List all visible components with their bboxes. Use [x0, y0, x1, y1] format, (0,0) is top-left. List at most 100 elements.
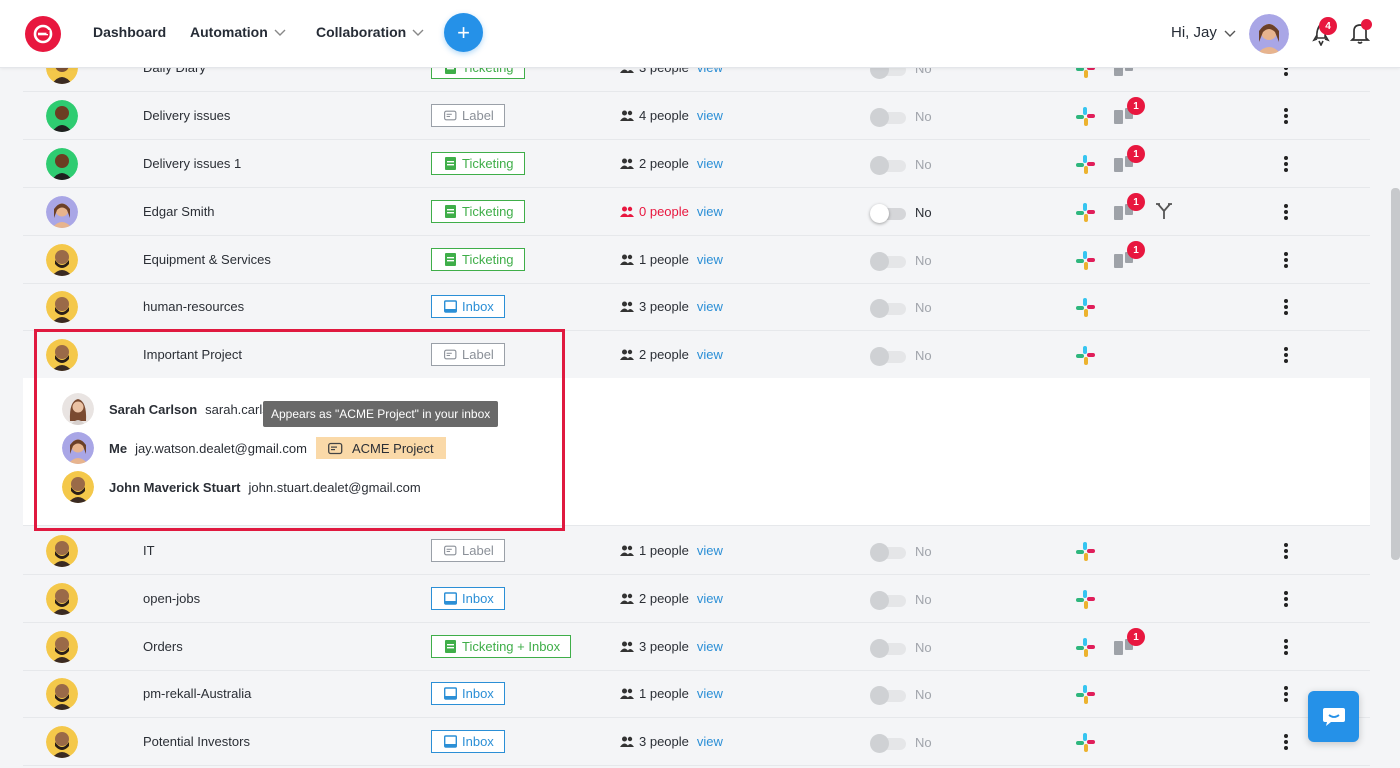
view-link[interactable]: view [697, 299, 723, 314]
view-link[interactable]: view [697, 347, 723, 362]
toggle-switch[interactable] [870, 734, 906, 753]
merge-icon[interactable] [1154, 201, 1174, 221]
toggle-label: No [915, 544, 932, 559]
row-name: human-resources [143, 299, 245, 314]
ticketing-tag[interactable]: Ticketing [431, 200, 525, 223]
member-row: John Maverick Stuart john.stuart.dealet@… [62, 471, 421, 503]
avatar [46, 291, 78, 323]
inbox-tag[interactable]: Inbox [431, 730, 505, 753]
app-logo[interactable] [25, 16, 61, 52]
table-row[interactable]: open-jobs Inbox 2 people view No [23, 575, 1370, 623]
more-menu-icon[interactable] [1280, 541, 1292, 561]
user-menu[interactable]: Hi, Jay [1171, 24, 1236, 41]
people-count: 3 peopleview [620, 639, 723, 654]
more-menu-icon[interactable] [1280, 345, 1292, 365]
ticketing-tag[interactable]: Ticketing [431, 152, 525, 175]
toggle-switch[interactable] [870, 543, 906, 562]
view-link[interactable]: view [697, 156, 723, 171]
slack-icon[interactable] [1075, 297, 1096, 318]
avatar [46, 148, 78, 180]
label-icon [328, 442, 343, 454]
avatar [62, 471, 94, 503]
table-row[interactable]: Orders Ticketing + Inbox 3 people view No… [23, 623, 1370, 671]
more-menu-icon[interactable] [1280, 202, 1292, 222]
slack-icon[interactable] [1075, 154, 1096, 175]
toggle-switch[interactable] [870, 347, 906, 366]
avatar [62, 393, 94, 425]
more-menu-icon[interactable] [1280, 297, 1292, 317]
more-menu-icon[interactable] [1280, 250, 1292, 270]
inbox-tag[interactable]: Inbox [431, 295, 505, 318]
table-row[interactable]: IT Label 1 people view No [23, 527, 1370, 575]
more-menu-icon[interactable] [1280, 154, 1292, 174]
chevron-down-icon [412, 29, 424, 36]
toggle-switch[interactable] [870, 252, 906, 271]
row-name: Edgar Smith [143, 204, 215, 219]
label-tag[interactable]: Label [431, 343, 505, 366]
view-link[interactable]: view [697, 108, 723, 123]
people-icon [620, 254, 634, 265]
table-row[interactable]: Potential Investors Inbox 3 people view N… [23, 718, 1370, 766]
toggle-switch[interactable] [870, 686, 906, 705]
slack-icon[interactable] [1075, 637, 1096, 658]
logo-icon [33, 24, 53, 44]
nav-automation[interactable]: Automation [190, 24, 286, 40]
slack-icon[interactable] [1075, 250, 1096, 271]
view-link[interactable]: view [697, 252, 723, 267]
avatar [46, 244, 78, 276]
view-link[interactable]: view [697, 591, 723, 606]
toggle-switch[interactable] [870, 204, 906, 223]
table-row[interactable]: Equipment & Services Ticketing 1 people v… [23, 236, 1370, 284]
toggle-switch[interactable] [870, 156, 906, 175]
inbox-icon [444, 300, 457, 313]
tooltip: Appears as "ACME Project" in your inbox [263, 401, 499, 427]
table-row[interactable]: pm-rekall-Australia Inbox 1 people view N… [23, 670, 1370, 718]
people-icon [620, 206, 634, 217]
inbox-tag[interactable]: Inbox [431, 587, 505, 610]
table-row[interactable]: Edgar Smith Ticketing 0 people view No 1 [23, 188, 1370, 236]
table-row[interactable]: Important Project Label 2 people view No [23, 331, 1370, 379]
inbox-tag[interactable]: Inbox [431, 682, 505, 705]
toggle-switch[interactable] [870, 639, 906, 658]
nav-dashboard[interactable]: Dashboard [93, 24, 166, 40]
table-row[interactable]: Delivery issues Label 4 people view No 1 [23, 92, 1370, 140]
label-icon [444, 545, 457, 556]
view-link[interactable]: view [697, 204, 723, 219]
slack-icon[interactable] [1075, 684, 1096, 705]
slack-icon[interactable] [1075, 106, 1096, 127]
label-tag[interactable]: Label [431, 104, 505, 127]
slack-icon[interactable] [1075, 345, 1096, 366]
ticketing-inbox-tag[interactable]: Ticketing + Inbox [431, 635, 572, 658]
more-menu-icon[interactable] [1280, 732, 1292, 752]
add-button[interactable]: + [444, 13, 483, 52]
view-link[interactable]: view [697, 686, 723, 701]
slack-icon[interactable] [1075, 541, 1096, 562]
slack-icon[interactable] [1075, 589, 1096, 610]
view-link[interactable]: view [697, 734, 723, 749]
row-name: IT [143, 543, 155, 558]
toggle-switch[interactable] [870, 299, 906, 318]
custom-label-tag[interactable]: ACME Project [315, 437, 446, 459]
row-name: Orders [143, 639, 183, 654]
notification-badge: 1 [1127, 628, 1145, 646]
more-menu-icon[interactable] [1280, 684, 1292, 704]
slack-icon[interactable] [1075, 732, 1096, 753]
label-tag[interactable]: Label [431, 539, 505, 562]
chat-widget-button[interactable] [1308, 691, 1359, 742]
table-row[interactable]: Delivery issues 1 Ticketing 2 people view… [23, 140, 1370, 188]
more-menu-icon[interactable] [1280, 637, 1292, 657]
toggle-switch[interactable] [870, 591, 906, 610]
people-count: 4 people view [620, 108, 723, 123]
scrollbar-thumb[interactable] [1391, 188, 1400, 560]
more-menu-icon[interactable] [1280, 589, 1292, 609]
more-menu-icon[interactable] [1280, 106, 1292, 126]
user-avatar[interactable] [1249, 14, 1289, 54]
nav-collaboration[interactable]: Collaboration [316, 24, 424, 40]
avatar [46, 100, 78, 132]
view-link[interactable]: view [697, 543, 723, 558]
view-link[interactable]: view [697, 639, 723, 654]
table-row[interactable]: human-resources Inbox 3 people view No [23, 283, 1370, 331]
slack-icon[interactable] [1075, 202, 1096, 223]
toggle-switch[interactable] [870, 108, 906, 127]
ticketing-tag[interactable]: Ticketing [431, 248, 525, 271]
